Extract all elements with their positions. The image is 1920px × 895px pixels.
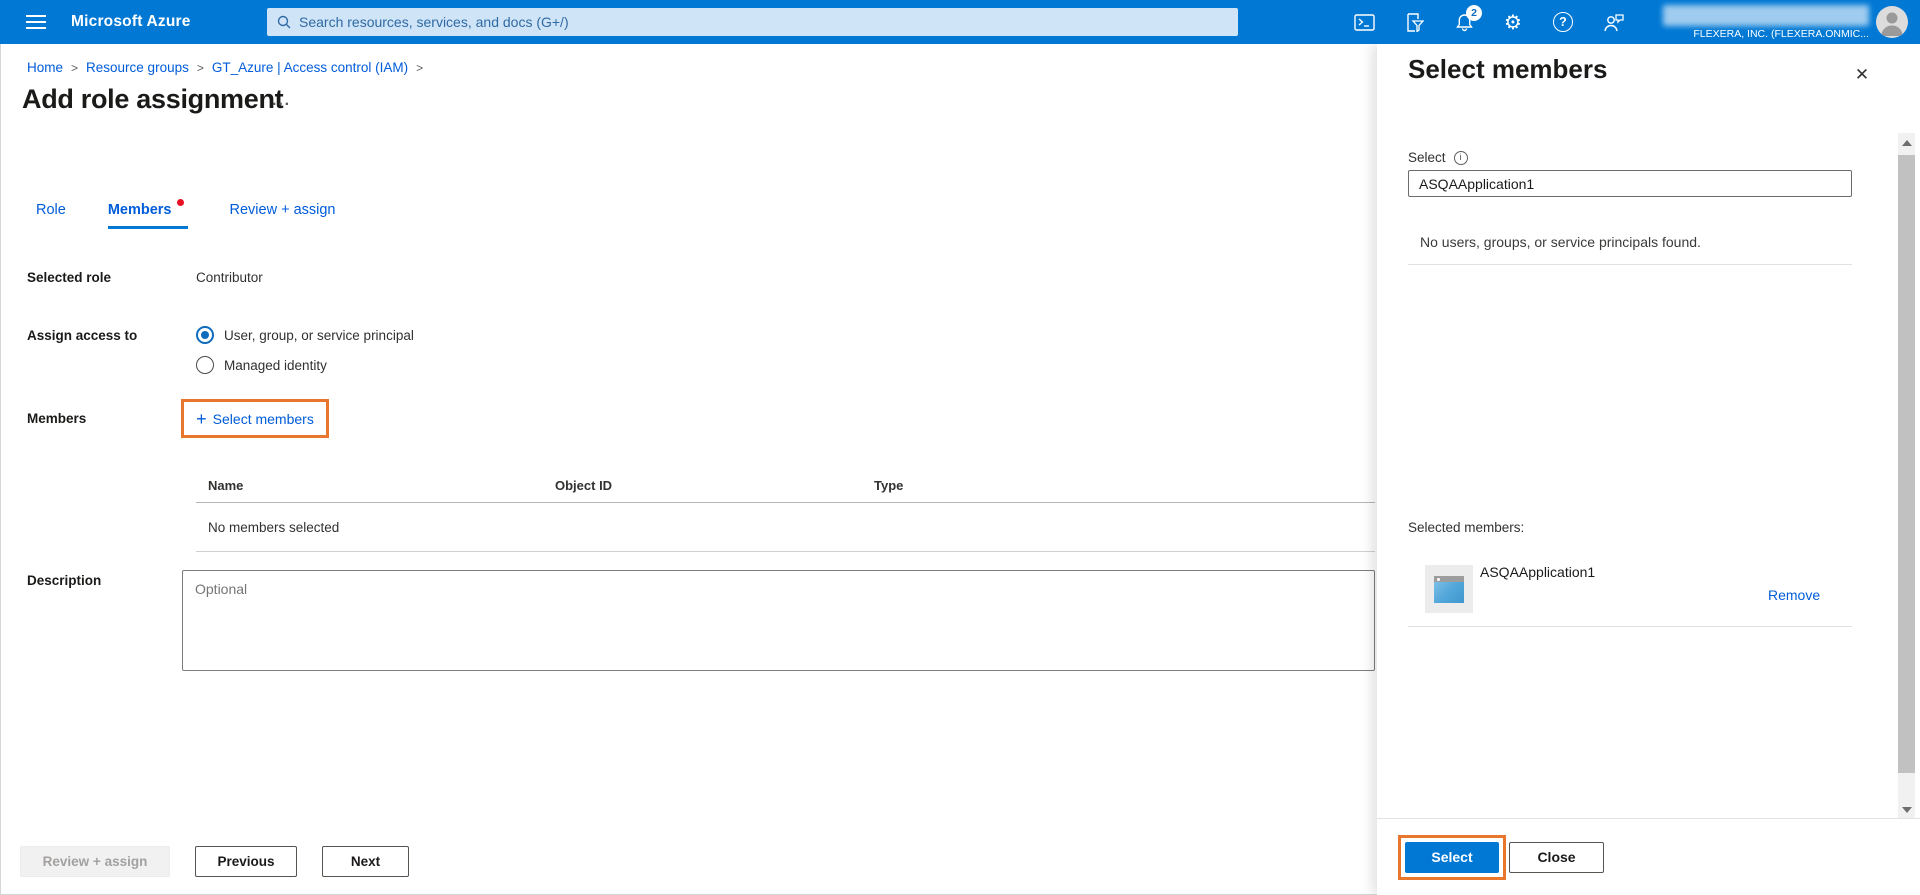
scrollbar-thumb[interactable] [1898, 155, 1915, 773]
notifications-bell-icon[interactable]: 2 [1444, 0, 1484, 44]
tenant-name: FLEXERA, INC. (FLEXERA.ONMIC... [1693, 28, 1869, 40]
panel-title: Select members [1408, 54, 1608, 84]
feedback-icon[interactable] [1593, 0, 1633, 44]
previous-button[interactable]: Previous [195, 846, 297, 877]
info-icon: i [1453, 150, 1468, 165]
account-name-redacted [1663, 5, 1869, 26]
more-options-button[interactable]: ··· [272, 96, 291, 114]
search-input[interactable] [299, 14, 1228, 30]
column-header-type: Type [874, 477, 904, 493]
review-assign-button[interactable]: Review + assign [20, 846, 170, 877]
panel-footer: Select Close [1377, 818, 1920, 895]
scrollbar-down-arrow-icon[interactable] [1898, 800, 1915, 820]
scrollbar-up-arrow-icon[interactable] [1898, 133, 1915, 153]
global-search[interactable] [267, 8, 1238, 36]
tab-bar: Role Members Review + assign [36, 199, 377, 229]
column-header-name: Name [208, 477, 244, 493]
select-members-button[interactable]: + Select members [196, 410, 314, 428]
breadcrumb: Home > Resource groups > GT_Azure | Acce… [27, 60, 431, 75]
table-empty-row: No members selected [196, 503, 1375, 552]
settings-gear-icon[interactable]: ⚙ [1493, 0, 1533, 44]
chevron-right-icon: > [196, 60, 204, 75]
description-label: Description [27, 573, 102, 588]
breadcrumb-resource-groups-link[interactable]: Resource groups [86, 60, 189, 75]
divider [1408, 264, 1852, 265]
radio-selected-icon [196, 326, 214, 344]
select-members-panel: Select members ✕ Select i No users, grou… [1377, 44, 1920, 895]
select-button-annotation-box: Select [1398, 834, 1506, 880]
divider [1408, 626, 1852, 627]
select-field-label: Select i [1408, 150, 1468, 165]
selected-role-value: Contributor [196, 270, 263, 285]
close-icon[interactable]: ✕ [1847, 60, 1877, 90]
members-table-header: Name Object ID Type [196, 468, 1375, 503]
avatar[interactable] [1876, 6, 1908, 38]
select-members-annotation-box: + Select members [181, 399, 329, 438]
next-button[interactable]: Next [322, 846, 409, 877]
breadcrumb-iam-link[interactable]: GT_Azure | Access control (IAM) [212, 60, 408, 75]
panel-scrollbar[interactable] [1898, 133, 1915, 820]
unsaved-changes-dot-icon [176, 199, 184, 206]
page-title: Add role assignment [22, 84, 284, 114]
select-button[interactable]: Select [1405, 841, 1499, 873]
account-area[interactable]: FLEXERA, INC. (FLEXERA.ONMIC... [1663, 4, 1869, 42]
tab-review-assign[interactable]: Review + assign [230, 202, 336, 229]
members-label: Members [27, 411, 87, 426]
tab-members[interactable]: Members [107, 199, 188, 229]
radio-managed-identity[interactable]: Managed identity [196, 356, 327, 374]
radio-user-group-service-principal[interactable]: User, group, or service principal [196, 326, 414, 344]
application-icon [1425, 565, 1473, 613]
help-icon[interactable]: ? [1543, 0, 1583, 44]
assign-access-to-label: Assign access to [27, 328, 138, 343]
selected-role-label: Selected role [27, 270, 112, 285]
selected-member-name: ASQAApplication1 [1480, 564, 1596, 580]
chevron-right-icon: > [416, 60, 424, 75]
no-results-text: No users, groups, or service principals … [1420, 234, 1701, 250]
hamburger-menu-icon[interactable] [14, 0, 58, 44]
top-bar: Microsoft Azure 2 ⚙ ? FLEXERA, IN [0, 0, 1920, 44]
breadcrumb-home-link[interactable]: Home [27, 60, 63, 75]
chevron-right-icon: > [71, 60, 79, 75]
column-header-object-id: Object ID [555, 477, 613, 493]
notification-count-badge: 2 [1466, 5, 1482, 21]
cloud-shell-icon[interactable] [1344, 0, 1384, 44]
remove-member-link[interactable]: Remove [1768, 587, 1820, 603]
selected-members-label: Selected members: [1408, 520, 1525, 535]
directory-filter-icon[interactable] [1394, 0, 1434, 44]
azure-portal-window: Microsoft Azure 2 ⚙ ? FLEXERA, IN [0, 0, 1920, 895]
close-button[interactable]: Close [1509, 841, 1604, 873]
description-textarea[interactable] [182, 570, 1375, 671]
radio-unselected-icon [196, 356, 214, 374]
add-icon: + [196, 408, 207, 429]
search-icon [277, 15, 291, 29]
member-search-input[interactable] [1408, 170, 1852, 197]
product-logo[interactable]: Microsoft Azure [71, 0, 191, 44]
tab-role[interactable]: Role [36, 202, 66, 229]
members-table: Name Object ID Type No members selected [196, 468, 1375, 552]
